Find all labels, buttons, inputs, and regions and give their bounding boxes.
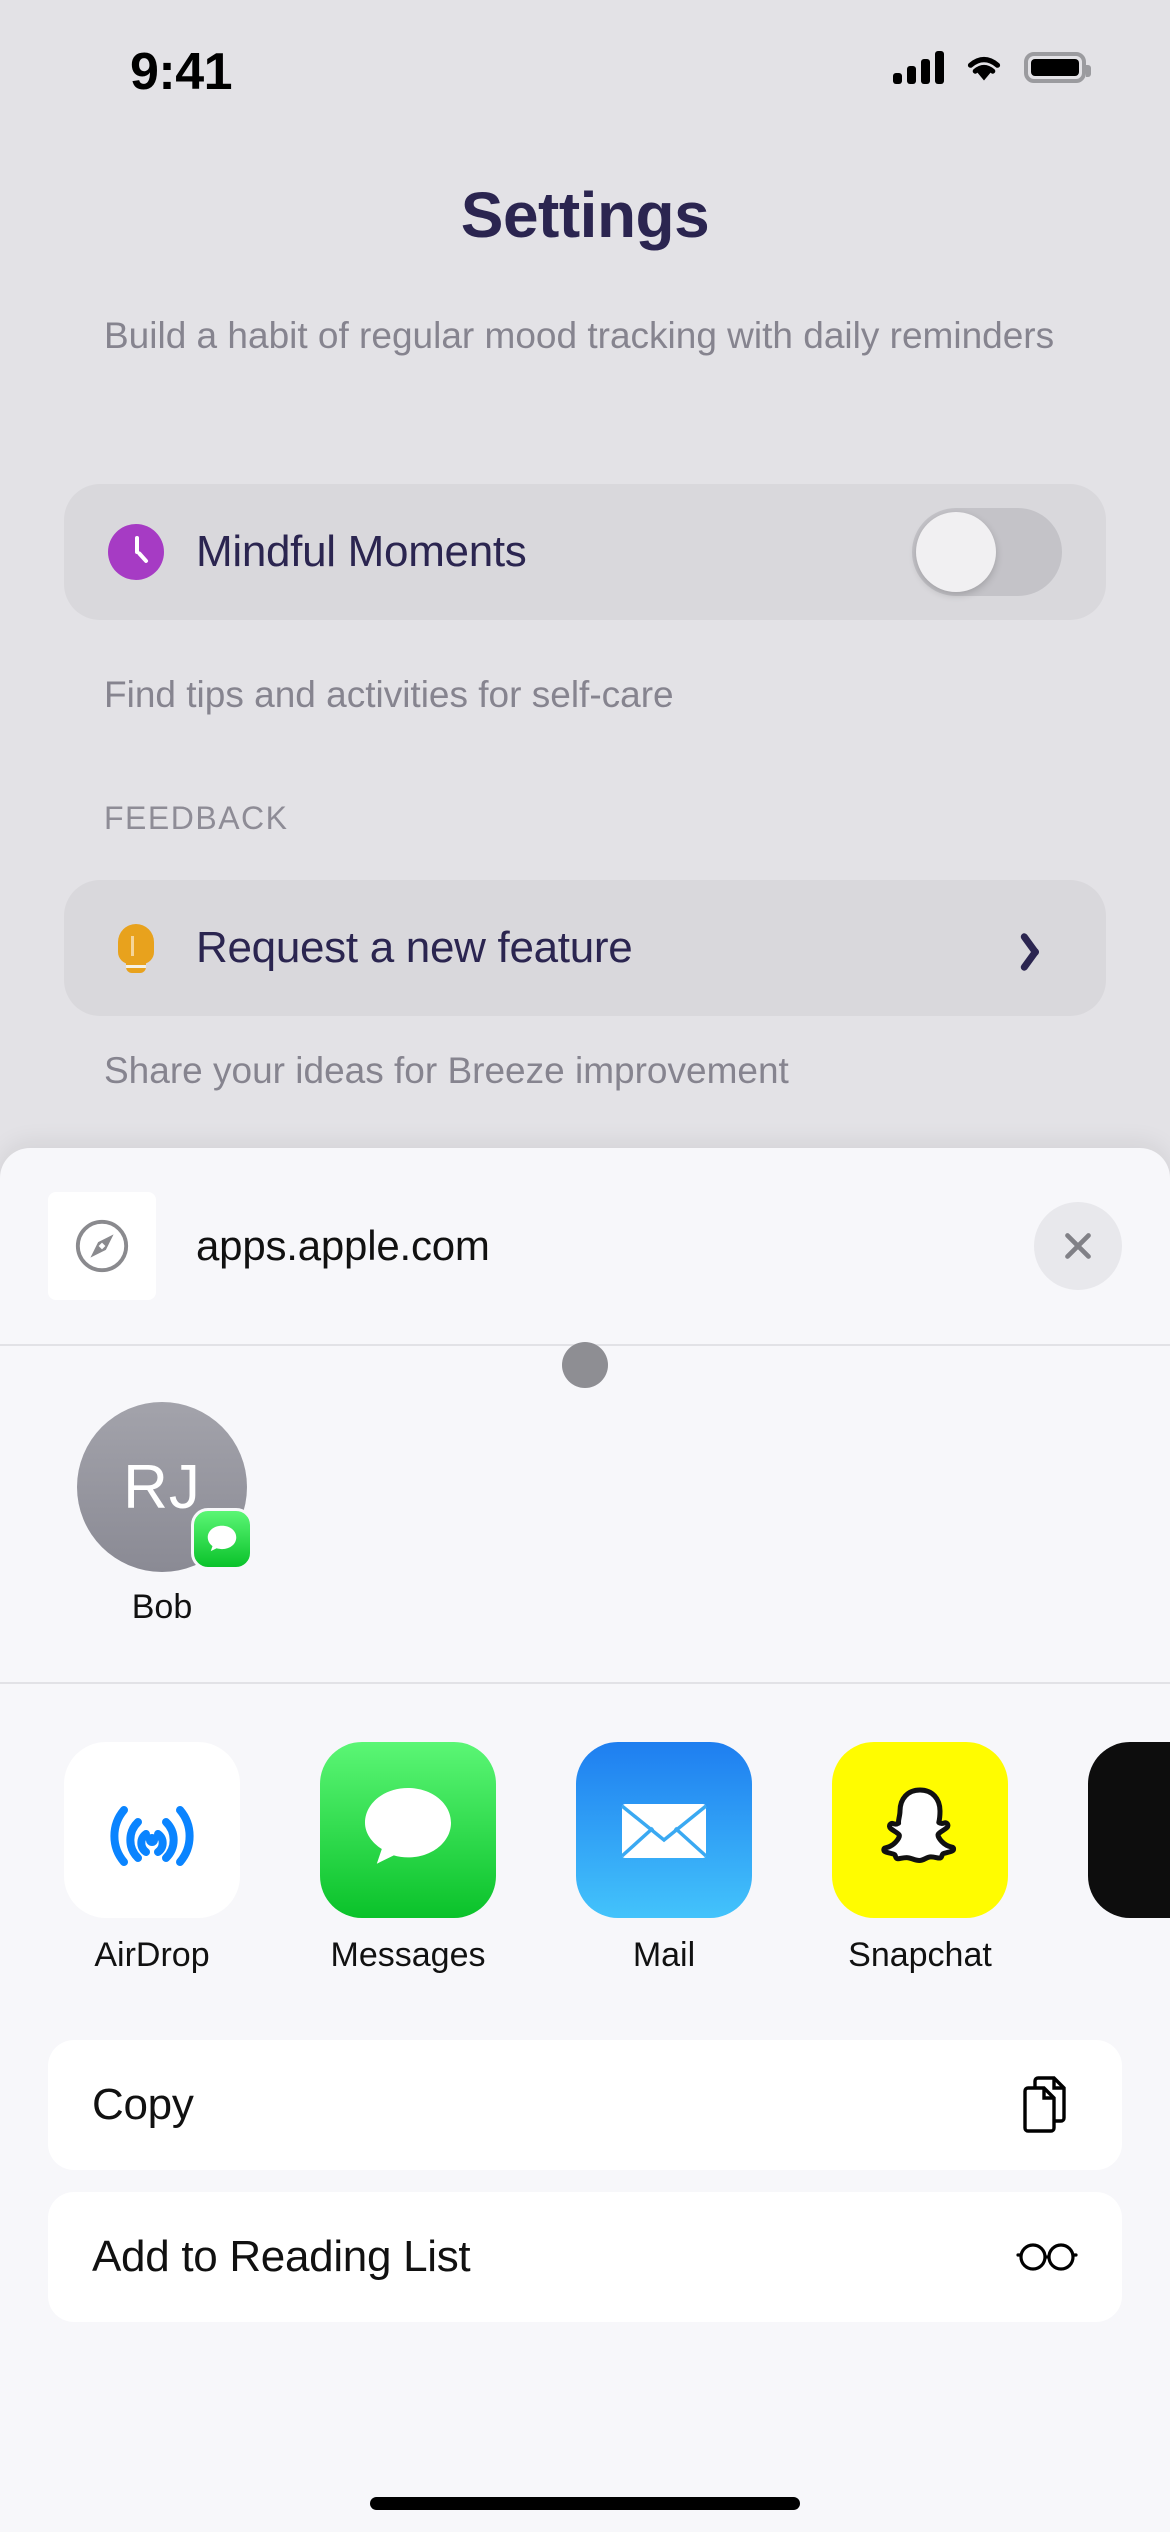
contact-item[interactable]: RJ Bob (52, 1402, 272, 1682)
copy-documents-icon (1023, 2076, 1066, 2133)
share-sheet-header: apps.apple.com (0, 1148, 1170, 1388)
snapchat-icon (832, 1742, 1008, 1918)
share-sheet-url: apps.apple.com (196, 1222, 490, 1269)
share-sheet: apps.apple.com RJ Bob AirDrop Messages M… (0, 1148, 1170, 2532)
share-contacts-row: RJ Bob (0, 1346, 1170, 1682)
feedback-section-header: FEEDBACK (104, 800, 289, 836)
status-bar-time: 9:41 (130, 43, 233, 101)
share-app-dark[interactable] (1076, 1742, 1170, 1996)
mindful-moments-caption: Find tips and activities for self-care (104, 674, 674, 715)
share-app-mail[interactable]: Mail (564, 1742, 764, 1996)
action-label: Add to Reading List (92, 2232, 471, 2281)
share-app-snapchat[interactable]: Snapchat (820, 1742, 1020, 1996)
messages-icon (191, 1508, 253, 1570)
airdrop-icon (64, 1742, 240, 1918)
toggle-knob (916, 512, 996, 592)
mail-icon (576, 1742, 752, 1918)
status-bar: 9:41 (0, 0, 1170, 110)
clock-icon (108, 524, 164, 580)
request-feature-row[interactable]: Request a new feature (64, 880, 1106, 1016)
chevron-right-icon (1022, 928, 1062, 968)
mindful-moments-row[interactable]: Mindful Moments (64, 484, 1106, 620)
mindful-moments-label: Mindful Moments (196, 527, 527, 576)
action-add-to-reading-list[interactable]: Add to Reading List (48, 2192, 1122, 2322)
request-feature-caption: Share your ideas for Breeze improvement (104, 1050, 789, 1091)
avatar: RJ (77, 1402, 253, 1572)
request-feature-label: Request a new feature (196, 923, 633, 972)
cellular-signal-icon (893, 50, 944, 84)
safari-compass-icon (48, 1192, 156, 1300)
iphone-screen: 9:41 Settings Build a habit of regular m… (0, 0, 1170, 2532)
share-apps-row: AirDrop Messages Mail Snapchat (0, 1684, 1170, 1996)
share-app-label: Mail (632, 1936, 696, 1974)
wifi-icon (967, 57, 1001, 81)
share-app-airdrop[interactable]: AirDrop (52, 1742, 252, 1996)
share-app-messages[interactable]: Messages (308, 1742, 508, 1996)
close-icon[interactable] (1034, 1202, 1122, 1290)
contact-name: Bob (131, 1588, 193, 1626)
mindful-moments-toggle[interactable] (912, 508, 1062, 596)
share-actions-list: Copy Add to Reading List (0, 1996, 1170, 2322)
battery-icon (1024, 51, 1091, 83)
messages-icon (320, 1742, 496, 1918)
share-app-label: Messages (330, 1936, 486, 1974)
sheet-grabber[interactable] (562, 1342, 608, 1388)
action-label: Copy (92, 2080, 194, 2129)
home-indicator (370, 2497, 800, 2510)
status-bar-indicators (893, 50, 1091, 84)
page-title: Settings (460, 179, 710, 251)
page-subtitle: Build a habit of regular mood tracking w… (104, 315, 1055, 356)
share-app-label: Snapchat (848, 1936, 992, 1974)
lightbulb-icon (108, 920, 164, 976)
action-copy[interactable]: Copy (48, 2040, 1122, 2170)
glasses-icon (1016, 2243, 1078, 2271)
share-app-label: AirDrop (94, 1936, 210, 1974)
dark-app-icon (1088, 1742, 1170, 1918)
